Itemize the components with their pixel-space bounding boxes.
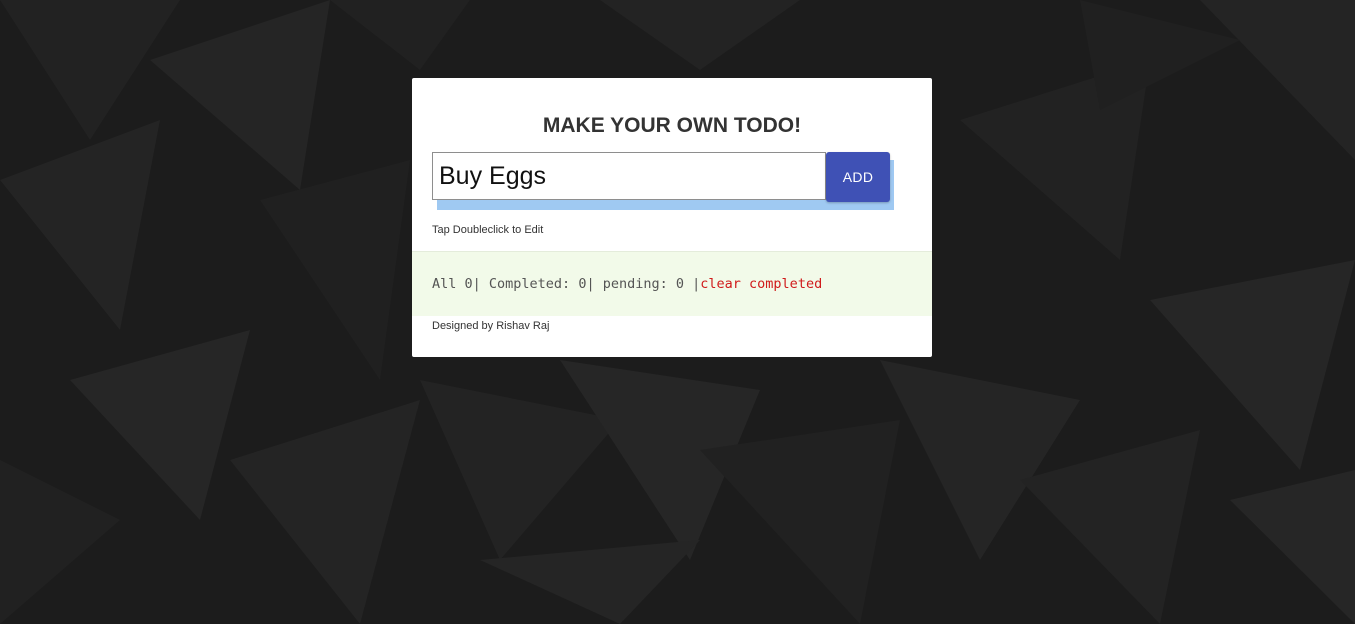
edit-hint: Tap Doubleclick to Edit <box>432 224 544 236</box>
footer-credit: Designed by Rishav Raj <box>432 320 550 332</box>
status-separator: | <box>684 276 701 292</box>
clear-completed-link[interactable]: clear completed <box>700 276 822 292</box>
pending-count: 0 <box>675 276 685 292</box>
page-title: MAKE YOUR OWN TODO! <box>542 114 802 137</box>
todo-input[interactable] <box>432 152 826 200</box>
status-summary: All 0| Completed: 0| pending: 0 |clear c… <box>432 276 822 292</box>
add-button[interactable]: ADD <box>826 152 890 202</box>
status-bar: All 0| Completed: 0| pending: 0 |clear c… <box>412 251 932 316</box>
completed-label: | Completed: <box>472 276 579 292</box>
all-label: All <box>432 276 465 292</box>
pending-label: | pending: <box>586 276 676 292</box>
todo-card: MAKE YOUR OWN TODO! ADD Tap Doubleclick … <box>412 78 932 357</box>
all-count: 0 <box>464 276 473 292</box>
